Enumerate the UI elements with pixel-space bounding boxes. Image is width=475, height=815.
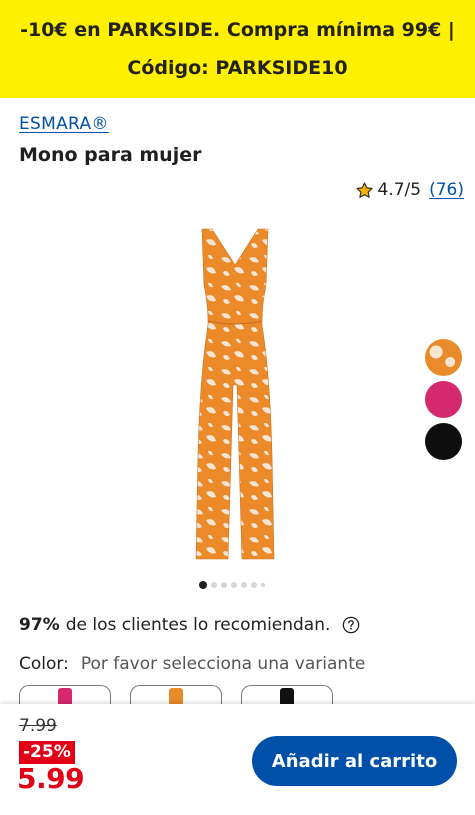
swatch-black[interactable] bbox=[425, 423, 462, 460]
swatch-pink[interactable] bbox=[425, 381, 462, 418]
color-label: Color: bbox=[19, 654, 69, 674]
purchase-bar: 7.99 -25% 5.99 Añadir al carrito bbox=[0, 704, 475, 815]
rating-value: 4.7/5 bbox=[377, 180, 422, 200]
rating: 4.7/5 (76) bbox=[355, 180, 464, 200]
recommend-percent: 97% bbox=[19, 615, 60, 635]
star-icon bbox=[355, 181, 373, 198]
promo-banner[interactable]: -10€ en PARKSIDE. Compra mínima 99€ | Có… bbox=[0, 0, 475, 98]
swatch-orange-floral[interactable] bbox=[425, 339, 462, 376]
gallery-dot[interactable] bbox=[241, 582, 247, 588]
gallery-pagination bbox=[199, 581, 265, 589]
promo-line-2: Código: PARKSIDE10 bbox=[127, 57, 348, 79]
gallery-dot[interactable] bbox=[231, 582, 237, 588]
help-icon[interactable] bbox=[342, 616, 360, 634]
review-count-link[interactable]: (76) bbox=[429, 180, 464, 200]
color-swatch-list bbox=[425, 339, 462, 460]
add-to-cart-button[interactable]: Añadir al carrito bbox=[252, 736, 457, 786]
promo-line-1: -10€ en PARKSIDE. Compra mínima 99€ | bbox=[20, 19, 455, 41]
color-hint: Por favor selecciona una variante bbox=[80, 654, 366, 674]
color-selector: Color: Por favor selecciona una variante bbox=[19, 654, 365, 674]
variant-thumb bbox=[280, 688, 294, 704]
recommendation-text: 97% de los clientes lo recomiendan. bbox=[19, 615, 360, 635]
recommend-label: de los clientes lo recomiendan. bbox=[65, 615, 331, 635]
gallery-dot[interactable] bbox=[199, 581, 207, 589]
current-price: 5.99 bbox=[17, 762, 85, 795]
brand-link[interactable]: ESMARA® bbox=[19, 114, 109, 134]
discount-badge: -25% bbox=[19, 741, 75, 764]
gallery-dot[interactable] bbox=[261, 583, 265, 587]
variant-thumb bbox=[58, 688, 72, 704]
variant-thumb bbox=[169, 688, 183, 704]
product-image[interactable] bbox=[190, 225, 280, 565]
gallery-dot[interactable] bbox=[211, 582, 217, 588]
product-title: Mono para mujer bbox=[19, 144, 202, 166]
old-price: 7.99 bbox=[19, 716, 57, 736]
gallery-dot[interactable] bbox=[221, 582, 227, 588]
gallery-dot[interactable] bbox=[251, 582, 257, 588]
